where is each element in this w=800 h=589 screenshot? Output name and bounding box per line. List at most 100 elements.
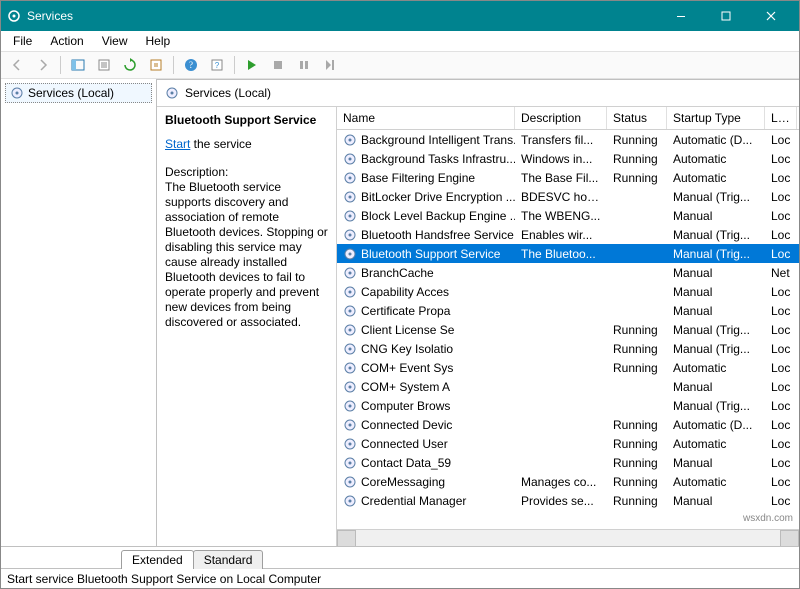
gear-icon	[343, 437, 357, 451]
back-button[interactable]	[5, 54, 29, 76]
cell-name: COM+ Event Sys	[361, 361, 453, 375]
cell-status: Running	[607, 323, 667, 337]
tab-standard[interactable]: Standard	[193, 550, 264, 569]
table-row[interactable]: Contact Data_59RunningManualLoc	[337, 453, 799, 472]
cell-desc: The WBENG...	[515, 209, 607, 223]
table-row[interactable]: CoreMessagingManages co...RunningAutomat…	[337, 472, 799, 491]
forward-button[interactable]	[31, 54, 55, 76]
cell-status: Running	[607, 342, 667, 356]
col-status[interactable]: Status	[607, 107, 667, 129]
restart-service-button[interactable]	[318, 54, 342, 76]
menu-file[interactable]: File	[5, 32, 40, 50]
cell-logon: Loc	[765, 171, 797, 185]
gear-icon	[343, 247, 357, 261]
cell-name: Contact Data_59	[361, 456, 451, 470]
cell-startup: Manual	[667, 494, 765, 508]
col-startup[interactable]: Startup Type	[667, 107, 765, 129]
table-row[interactable]: Connected UserRunningAutomaticLoc	[337, 434, 799, 453]
cell-startup: Manual	[667, 285, 765, 299]
table-row[interactable]: Capability AccesManualLoc	[337, 282, 799, 301]
table-row[interactable]: BranchCacheManualNet	[337, 263, 799, 282]
tab-extended[interactable]: Extended	[121, 550, 194, 569]
cell-startup: Automatic	[667, 171, 765, 185]
table-row[interactable]: COM+ Event SysRunningAutomaticLoc	[337, 358, 799, 377]
cell-startup: Automatic (D...	[667, 133, 765, 147]
stop-service-button[interactable]	[266, 54, 290, 76]
table-row[interactable]: Computer BrowsManual (Trig...Loc	[337, 396, 799, 415]
gear-icon	[10, 86, 24, 100]
cell-logon: Loc	[765, 133, 797, 147]
gear-icon	[343, 190, 357, 204]
cell-name: Base Filtering Engine	[361, 171, 475, 185]
cell-name: Bluetooth Handsfree Service	[361, 228, 514, 242]
table-row[interactable]: BitLocker Drive Encryption ...BDESVC hos…	[337, 187, 799, 206]
col-name[interactable]: Name	[337, 107, 515, 129]
col-logon[interactable]: Log	[765, 107, 797, 129]
gear-icon	[343, 133, 357, 147]
cell-logon: Loc	[765, 152, 797, 166]
table-row[interactable]: Bluetooth Support ServiceThe Bluetoo...M…	[337, 244, 799, 263]
start-service-button[interactable]	[240, 54, 264, 76]
table-row[interactable]: Background Intelligent Trans...Transfers…	[337, 130, 799, 149]
watermark: wsxdn.com	[743, 513, 793, 524]
table-row[interactable]: Credential ManagerProvides se...RunningM…	[337, 491, 799, 510]
cell-status: Running	[607, 133, 667, 147]
pause-service-button[interactable]	[292, 54, 316, 76]
main-area: Services (Local) Services (Local) Blueto…	[1, 79, 799, 546]
minimize-button[interactable]	[658, 1, 703, 31]
cell-logon: Loc	[765, 437, 797, 451]
maximize-button[interactable]	[703, 1, 748, 31]
tree-item-services-local[interactable]: Services (Local)	[5, 83, 152, 103]
cell-startup: Manual	[667, 209, 765, 223]
gear-icon	[343, 494, 357, 508]
menu-view[interactable]: View	[94, 32, 136, 50]
cell-logon: Loc	[765, 475, 797, 489]
cell-name: Background Intelligent Trans...	[361, 133, 515, 147]
window-title: Services	[27, 9, 658, 23]
help2-button[interactable]: ?	[205, 54, 229, 76]
svg-text:?: ?	[189, 60, 193, 70]
gear-icon	[343, 456, 357, 470]
table-row[interactable]: Background Tasks Infrastru...Windows in.…	[337, 149, 799, 168]
table-row[interactable]: Client License SeRunningManual (Trig...L…	[337, 320, 799, 339]
table-row[interactable]: Bluetooth Handsfree ServiceEnables wir..…	[337, 225, 799, 244]
menu-action[interactable]: Action	[42, 32, 91, 50]
table-row[interactable]: CNG Key IsolatioRunningManual (Trig...Lo…	[337, 339, 799, 358]
right-pane: Services (Local) Bluetooth Support Servi…	[157, 79, 799, 546]
right-split: Bluetooth Support Service Start the serv…	[157, 107, 799, 546]
cell-name: Block Level Backup Engine ...	[361, 209, 515, 223]
table-row[interactable]: Connected DevicRunningAutomatic (D...Loc	[337, 415, 799, 434]
cell-logon: Loc	[765, 323, 797, 337]
gear-icon	[343, 285, 357, 299]
table-row[interactable]: Base Filtering EngineThe Base Fil...Runn…	[337, 168, 799, 187]
cell-status: Running	[607, 152, 667, 166]
cell-startup: Manual (Trig...	[667, 247, 765, 261]
close-button[interactable]	[748, 1, 793, 31]
cell-startup: Manual (Trig...	[667, 228, 765, 242]
refresh-button[interactable]	[118, 54, 142, 76]
cell-logon: Loc	[765, 190, 797, 204]
tree-item-label: Services (Local)	[28, 86, 114, 100]
column-headers: Name Description Status Startup Type Log	[337, 107, 799, 130]
services-list: Name Description Status Startup Type Log…	[337, 107, 799, 546]
start-service-suffix: the service	[190, 137, 251, 151]
show-hide-tree-button[interactable]	[66, 54, 90, 76]
gear-icon	[343, 475, 357, 489]
cell-logon: Loc	[765, 247, 797, 261]
selected-service-name: Bluetooth Support Service	[165, 113, 328, 127]
table-row[interactable]: Certificate PropaManualLoc	[337, 301, 799, 320]
start-service-link[interactable]: Start	[165, 137, 190, 151]
col-desc[interactable]: Description	[515, 107, 607, 129]
menu-help[interactable]: Help	[138, 32, 179, 50]
table-row[interactable]: Block Level Backup Engine ...The WBENG..…	[337, 206, 799, 225]
help-button[interactable]: ?	[179, 54, 203, 76]
horizontal-scrollbar[interactable]	[337, 529, 799, 546]
gear-icon	[343, 228, 357, 242]
table-row[interactable]: COM+ System AManualLoc	[337, 377, 799, 396]
cell-startup: Automatic (D...	[667, 418, 765, 432]
properties-button[interactable]	[92, 54, 116, 76]
gear-icon	[343, 323, 357, 337]
cell-desc: The Base Fil...	[515, 171, 607, 185]
cell-logon: Loc	[765, 494, 797, 508]
export-list-button[interactable]	[144, 54, 168, 76]
